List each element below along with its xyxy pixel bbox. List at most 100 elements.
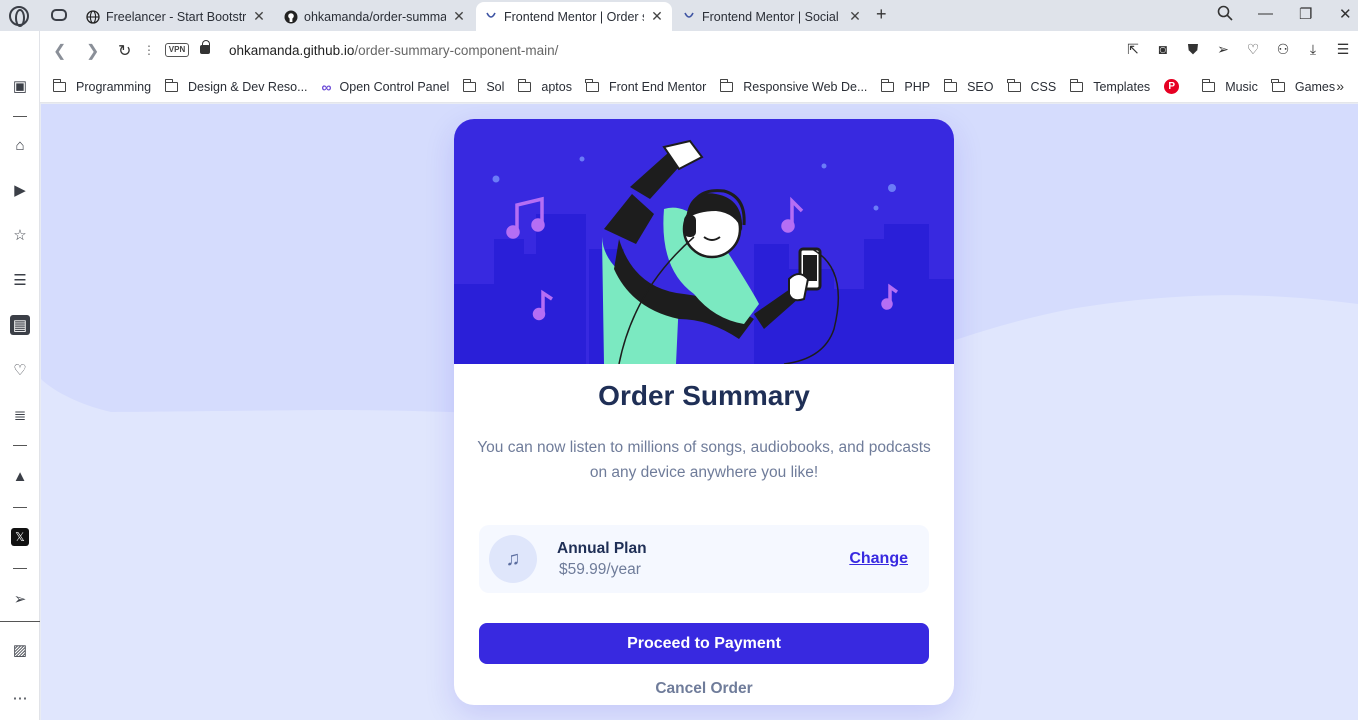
- bookmark-label: Design & Dev Reso...: [188, 79, 308, 94]
- url-domain: ohkamanda.github.io: [229, 43, 355, 58]
- bookmark-label: Templates: [1093, 79, 1151, 94]
- camera-icon[interactable]: ◙: [1154, 41, 1172, 58]
- close-icon[interactable]: ✕: [252, 8, 266, 25]
- search-tabs-icon[interactable]: [1217, 5, 1233, 25]
- lock-icon[interactable]: [200, 40, 210, 54]
- plan-price: $59.99/year: [559, 561, 641, 578]
- bookmark-pinterest[interactable]: P: [1164, 79, 1188, 94]
- bookmark-label: Games: [1294, 79, 1336, 94]
- bookmark-label: PHP: [904, 79, 931, 94]
- bookmark-responsive-web[interactable]: Responsive Web De...: [719, 78, 867, 94]
- plan-box: ♫ Annual Plan $59.99/year Change: [479, 525, 929, 593]
- sidebar-divider: [13, 568, 27, 569]
- music-note-icon: ♫: [489, 535, 537, 583]
- tab-title: ohkamanda/order-summary: [304, 9, 446, 24]
- reload-button[interactable]: ↻: [118, 41, 131, 61]
- close-icon[interactable]: ✕: [650, 8, 664, 25]
- x-twitter-icon[interactable]: 𝕏: [10, 527, 30, 547]
- bookmark-css[interactable]: CSS: [1007, 78, 1057, 94]
- bookmark-label: Sol: [486, 79, 505, 94]
- bookmark-design-dev[interactable]: Design & Dev Reso...: [164, 78, 308, 94]
- send-flow-icon[interactable]: ➢: [10, 589, 30, 609]
- github-icon: [284, 10, 298, 24]
- tab-title: Frontend Mentor | Social lin: [702, 9, 842, 24]
- bookmarks-star-icon[interactable]: ☆: [10, 225, 30, 245]
- globe-icon: [86, 9, 100, 24]
- folder-icon: [719, 78, 734, 92]
- opera-logo-icon[interactable]: [9, 6, 29, 27]
- sidebar-divider: [13, 116, 27, 117]
- cancel-order-button[interactable]: Cancel Order: [454, 680, 954, 698]
- download-icon[interactable]: ⤓: [1304, 41, 1322, 58]
- hero-illustration: [454, 119, 954, 364]
- url-field[interactable]: ohkamanda.github.io/order-summary-compon…: [229, 43, 558, 58]
- bookmark-open-control-panel[interactable]: ∞ Open Control Panel: [322, 79, 450, 95]
- bookmark-aptos[interactable]: aptos: [517, 78, 572, 94]
- tab-social-links[interactable]: Frontend Mentor | Social lin ✕: [674, 2, 870, 31]
- aptos-app-icon[interactable]: ▲: [10, 466, 30, 486]
- bookmark-music[interactable]: Music: [1201, 78, 1258, 94]
- minimize-button[interactable]: —: [1258, 5, 1273, 22]
- bookmark-seo[interactable]: SEO: [943, 78, 994, 94]
- notes-icon[interactable]: ☰: [10, 270, 30, 290]
- share-icon[interactable]: ⇱: [1124, 41, 1142, 58]
- gamepad-icon[interactable]: [51, 9, 67, 21]
- new-tab-button[interactable]: +: [876, 4, 887, 25]
- bookmark-programming[interactable]: Programming: [52, 78, 151, 94]
- tab-github[interactable]: ohkamanda/order-summary ✕: [276, 2, 474, 31]
- heart-icon[interactable]: ♡: [1244, 41, 1262, 58]
- tab-order-summary[interactable]: Frontend Mentor | Order su ✕: [476, 2, 672, 31]
- home-icon[interactable]: ⌂: [10, 135, 30, 155]
- sidebar-divider: [0, 621, 40, 622]
- order-summary-card: Order Summary You can now listen to mill…: [454, 119, 954, 705]
- folder-icon: [1271, 78, 1285, 92]
- page-viewport: Order Summary You can now listen to mill…: [41, 104, 1358, 720]
- close-icon[interactable]: ✕: [848, 8, 862, 25]
- folder-icon: [1069, 78, 1084, 92]
- tab-strip: Freelancer - Start Bootstrap ✕ ohkamanda…: [0, 0, 1358, 31]
- workspace-briefcase-icon[interactable]: ▤: [10, 315, 30, 335]
- close-icon[interactable]: ✕: [452, 8, 466, 25]
- folder-icon: [943, 78, 958, 92]
- sidebar-divider: [13, 507, 27, 508]
- url-path: /order-summary-component-main/: [354, 43, 559, 58]
- close-window-button[interactable]: ✕: [1339, 5, 1352, 23]
- bookmark-sol[interactable]: Sol: [462, 78, 505, 94]
- adblock-shield-icon[interactable]: ⛊: [1184, 41, 1202, 58]
- more-dots-icon[interactable]: ⋮: [143, 43, 155, 57]
- page-title: Order Summary: [598, 380, 810, 411]
- folder-icon: [462, 78, 477, 92]
- bookmark-front-end-mentor[interactable]: Front End Mentor: [585, 78, 707, 94]
- back-button[interactable]: ❮: [53, 41, 66, 61]
- bookmark-label: CSS: [1030, 79, 1057, 94]
- infinity-icon: ∞: [321, 78, 332, 95]
- folder-icon: [52, 78, 66, 92]
- player-icon[interactable]: ▶: [10, 180, 30, 200]
- gallery-icon[interactable]: ▨: [10, 640, 30, 660]
- tab-freelancer[interactable]: Freelancer - Start Bootstrap ✕: [78, 2, 274, 31]
- easy-setup-icon[interactable]: ☰: [1334, 41, 1352, 58]
- bookmark-templates[interactable]: Templates: [1069, 78, 1151, 94]
- card-description: You can now listen to millions of songs,…: [477, 439, 931, 481]
- forward-button[interactable]: ❯: [86, 41, 99, 61]
- address-bar-actions: ⇱ ◙ ⛊ ➢ ♡ ⚇ ⤓ ☰: [1124, 41, 1352, 58]
- history-list-icon[interactable]: ≣: [10, 405, 30, 425]
- vpn-badge[interactable]: VPN: [165, 43, 189, 57]
- more-options-icon[interactable]: ⋯: [10, 688, 30, 708]
- change-plan-link[interactable]: Change: [849, 550, 908, 568]
- send-icon[interactable]: ➢: [1214, 41, 1232, 58]
- ai-aria-icon[interactable]: ▣: [10, 76, 30, 96]
- more-bookmarks-icon[interactable]: »: [1336, 78, 1344, 94]
- bookmark-php[interactable]: PHP: [880, 78, 931, 94]
- restore-button[interactable]: ❐: [1299, 5, 1312, 23]
- profile-icon[interactable]: ⚇: [1274, 41, 1292, 58]
- proceed-to-payment-button[interactable]: Proceed to Payment: [479, 623, 929, 664]
- personal-news-heart-icon[interactable]: ♡: [10, 360, 30, 380]
- bookmark-games[interactable]: Games: [1271, 78, 1336, 94]
- folder-icon: [1201, 78, 1216, 92]
- tab-title: Frontend Mentor | Order su: [504, 9, 644, 24]
- pinterest-icon: P: [1164, 79, 1180, 94]
- frontend-mentor-icon: [682, 10, 696, 24]
- bookmark-label: Front End Mentor: [608, 79, 707, 94]
- bookmark-label: SEO: [967, 79, 994, 94]
